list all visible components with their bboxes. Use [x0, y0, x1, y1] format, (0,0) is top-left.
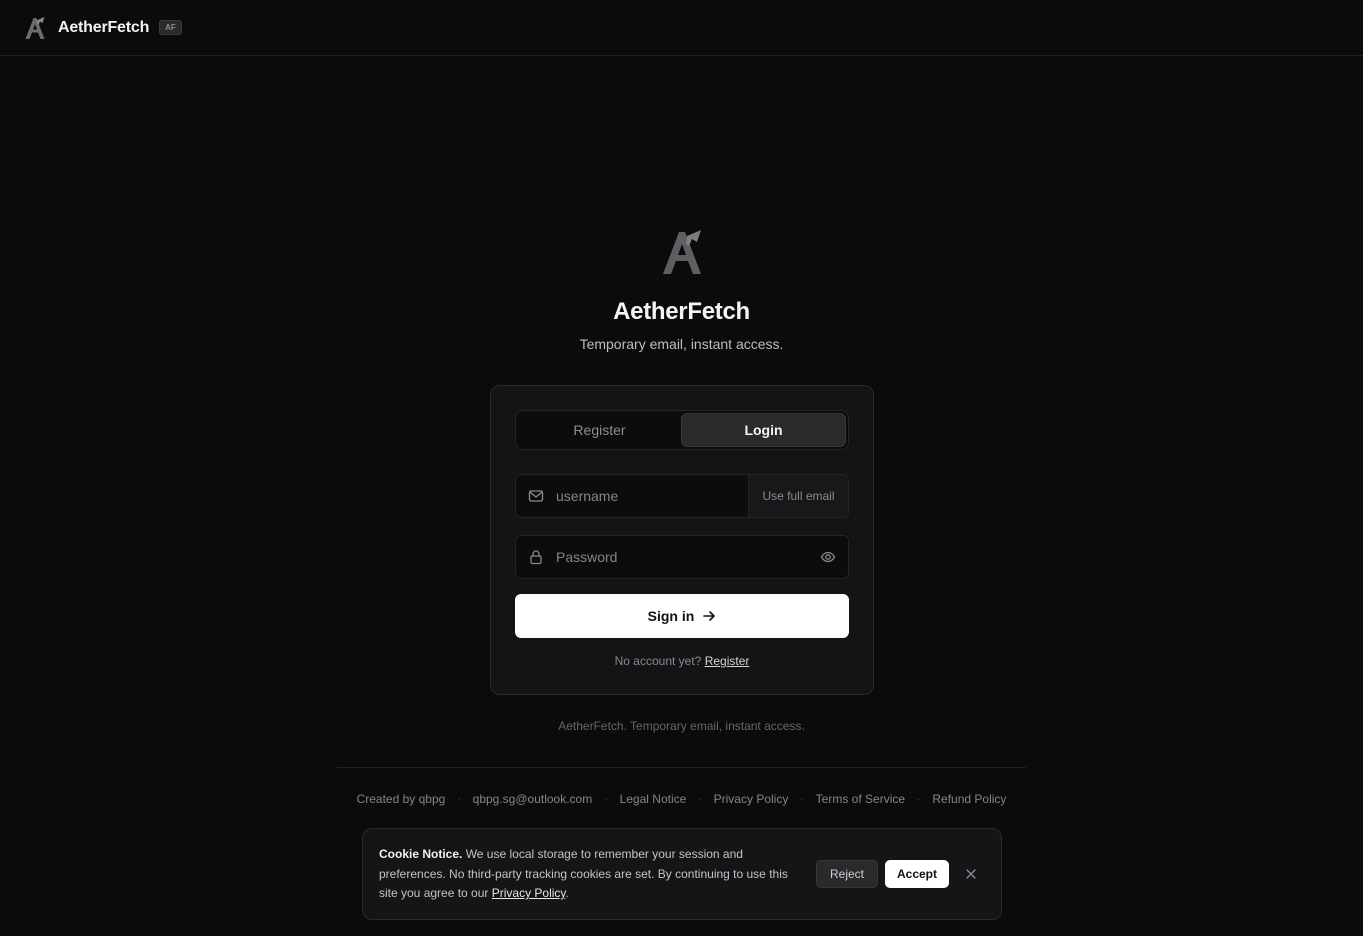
footer-link-email[interactable]: qbpg.sg@outlook.com [473, 792, 593, 806]
footer-divider [337, 767, 1026, 768]
page-title: AetherFetch [613, 298, 750, 325]
footer-separator: · [698, 793, 702, 805]
reject-cookies-button[interactable]: Reject [816, 860, 878, 888]
show-password-icon[interactable] [808, 549, 848, 565]
brand-badge: AF [159, 20, 182, 35]
mail-icon [516, 488, 556, 504]
footer-link-refund-policy[interactable]: Refund Policy [932, 792, 1006, 806]
footer-link-creator[interactable]: Created by qbpg [357, 792, 446, 806]
arrow-right-icon [703, 611, 716, 621]
sign-in-label: Sign in [647, 608, 695, 624]
username-input[interactable] [556, 475, 748, 517]
close-icon[interactable] [961, 864, 981, 884]
username-field: Use full email [515, 474, 849, 518]
cookie-notice-title: Cookie Notice. [379, 847, 463, 861]
footer-link-legal-notice[interactable]: Legal Notice [620, 792, 687, 806]
accept-cookies-button[interactable]: Accept [885, 860, 949, 888]
tab-login[interactable]: Login [681, 413, 846, 447]
sign-in-button[interactable]: Sign in [515, 594, 849, 638]
page-subtitle: Temporary email, instant access. [579, 336, 784, 352]
use-full-email-toggle[interactable]: Use full email [748, 475, 848, 517]
footer-separator: · [800, 793, 804, 805]
aetherfetch-logo-icon[interactable] [24, 16, 46, 40]
aetherfetch-logo-icon [662, 230, 701, 274]
no-account-text: No account yet? [614, 654, 702, 668]
cookie-notice: Cookie Notice. We use local storage to r… [362, 828, 1002, 920]
footer-link-privacy-policy[interactable]: Privacy Policy [714, 792, 789, 806]
no-account-prompt: No account yet? Register [491, 654, 873, 668]
footer-separator: · [604, 793, 608, 805]
cookie-notice-end: . [565, 886, 569, 900]
tab-register[interactable]: Register [518, 413, 681, 447]
password-field [515, 535, 849, 579]
footer-link-terms-of-service[interactable]: Terms of Service [816, 792, 905, 806]
hero: AetherFetch Temporary email, instant acc… [0, 228, 1363, 352]
footer-separator: · [457, 793, 461, 805]
footer: Created by qbpg · qbpg.sg@outlook.com · … [0, 792, 1363, 806]
tagline: AetherFetch. Temporary email, instant ac… [558, 719, 805, 733]
cookie-notice-text: Cookie Notice. We use local storage to r… [379, 845, 807, 904]
auth-tabs: Register Login [515, 410, 849, 450]
auth-card: Register Login Use full email S [490, 385, 874, 695]
footer-separator: · [917, 793, 921, 805]
brand-name[interactable]: AetherFetch [58, 19, 149, 37]
register-link[interactable]: Register [705, 654, 750, 668]
cookie-privacy-policy-link[interactable]: Privacy Policy [492, 886, 566, 900]
lock-icon [516, 549, 556, 565]
password-input[interactable] [556, 536, 808, 578]
top-bar: AetherFetch AF [0, 0, 1363, 56]
